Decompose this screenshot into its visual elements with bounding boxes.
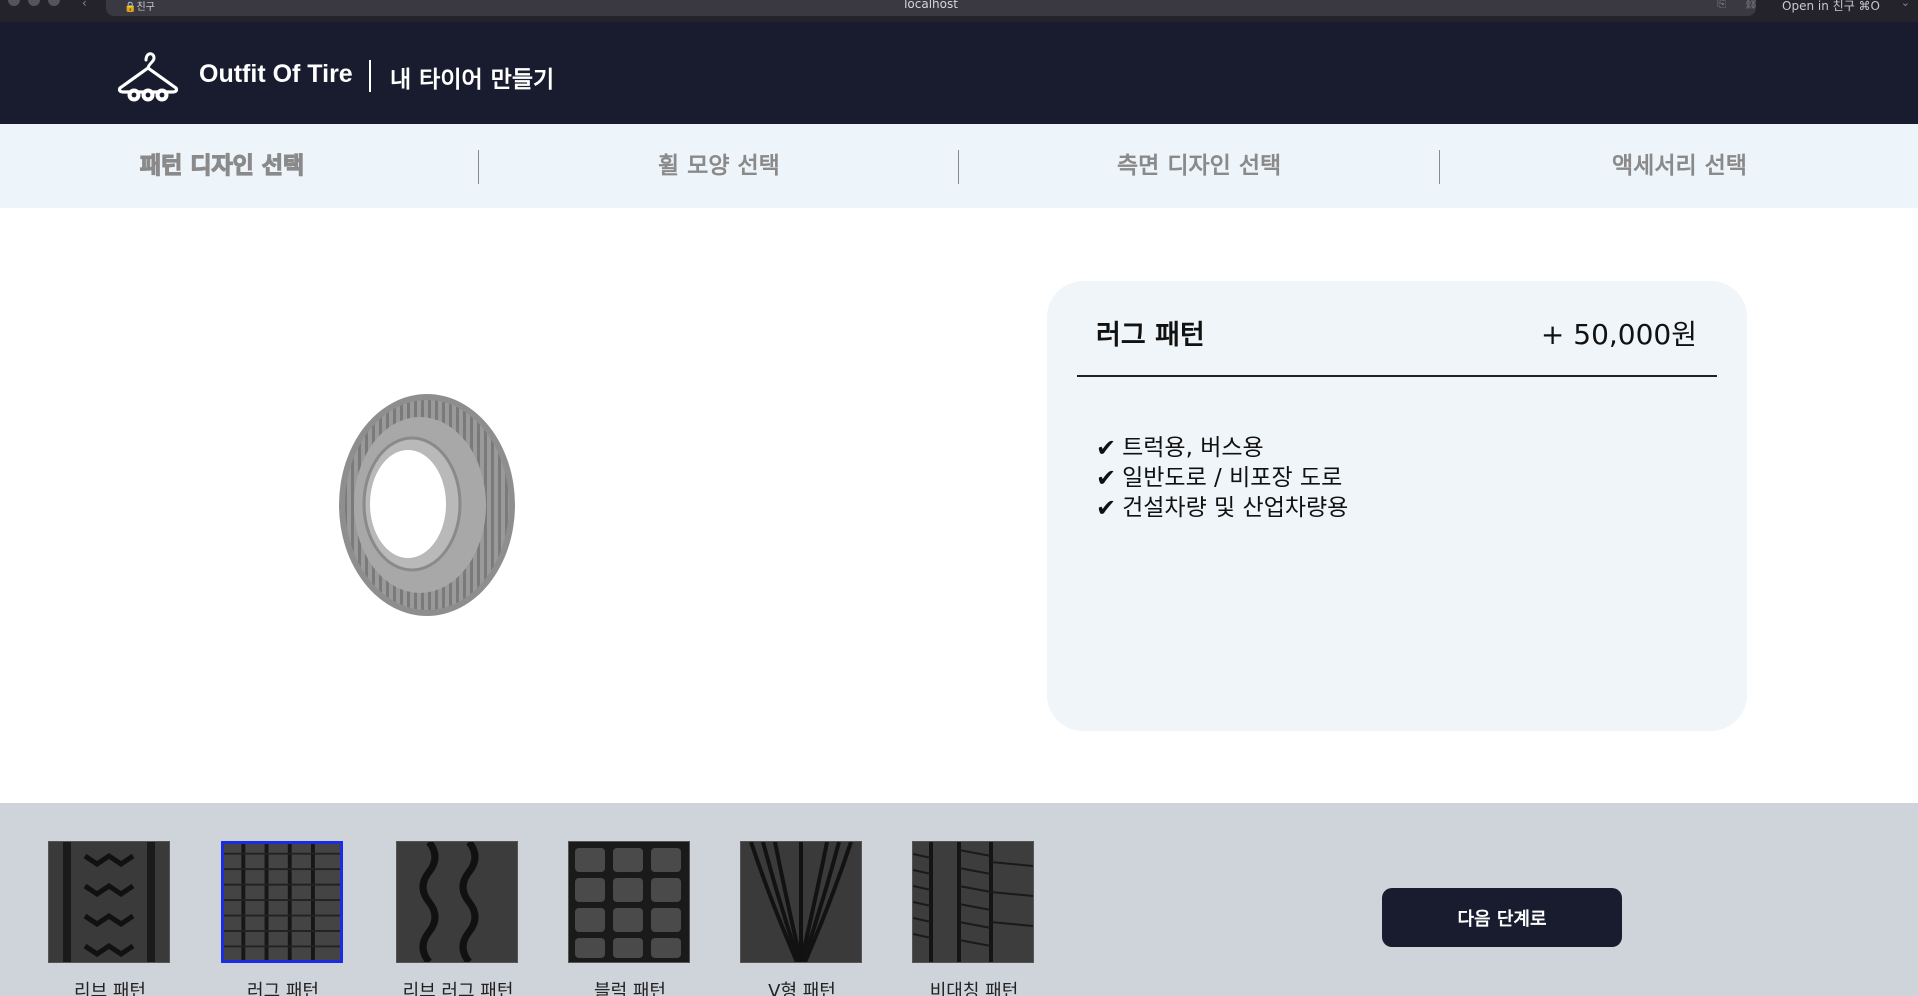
pattern-option-v[interactable]: V형 패턴 — [740, 841, 864, 996]
rib-pattern-thumbnail[interactable] — [48, 841, 170, 963]
page-title: 내 타이어 만들기 — [390, 67, 555, 93]
check-icon: ✔ — [1096, 464, 1117, 492]
pattern-option-label: 리브 패턴 — [74, 981, 146, 996]
step-side-design[interactable]: 측면 디자인 선택 — [1117, 146, 1281, 180]
check-icon: ✔ — [1096, 434, 1117, 462]
pattern-option-label: 블럭 패턴 — [594, 981, 666, 996]
feature-item: ✔ 트럭용, 버스용 — [1096, 434, 1264, 462]
minimize-window-button[interactable] — [28, 0, 40, 6]
step-pattern-design[interactable]: 패턴 디자인 선택 — [139, 146, 304, 180]
asymmetric-pattern-thumbnail[interactable] — [912, 841, 1034, 963]
address-bar[interactable]: 🔒친구 localhost — [106, 0, 1756, 16]
app-header: Outfit Of Tire 내 타이어 만들기 — [0, 22, 1918, 124]
step-divider — [958, 150, 959, 184]
step-navigation: 패턴 디자인 선택 휠 모양 선택 측면 디자인 선택 액세서리 선택 — [0, 124, 1918, 208]
pattern-selector-tray: 리브 패턴 러그 패턴 리브 러그 패턴 블럭 패턴 V형 패턴 비대칭 패턴 … — [0, 803, 1918, 996]
share-icon[interactable]: ⎘ — [1717, 0, 1726, 11]
pattern-option-rib[interactable]: 리브 패턴 — [48, 841, 172, 996]
rib-lug-pattern-thumbnail[interactable] — [396, 841, 518, 963]
browser-toolbar: ‹ 🔒친구 localhost ⎘ ⛓ Open in 친구 ⌘O ⌄ — [0, 0, 1918, 22]
maximize-window-button[interactable] — [48, 0, 60, 6]
pattern-price: + 50,000원 — [1540, 318, 1697, 351]
feature-list: ✔ 트럭용, 버스용 ✔ 일반도로 / 비포장 도로 ✔ 건설차량 및 산업차량용 — [1096, 433, 1348, 523]
card-divider — [1077, 375, 1717, 377]
pattern-option-block[interactable]: 블럭 패턴 — [568, 841, 692, 996]
pattern-info-card: 러그 패턴 + 50,000원 ✔ 트럭용, 버스용 ✔ 일반도로 / 비포장 도로… — [1047, 281, 1747, 731]
pattern-option-label: V형 패턴 — [768, 981, 836, 996]
feature-item: ✔ 일반도로 / 비포장 도로 — [1096, 464, 1343, 492]
pattern-option-label: 비대칭 패턴 — [929, 981, 1019, 996]
lug-pattern-thumbnail[interactable] — [221, 841, 343, 963]
step-divider — [1439, 150, 1440, 184]
open-in-button[interactable]: Open in 친구 ⌘O — [1782, 0, 1880, 14]
header-divider — [369, 60, 371, 92]
step-accessory[interactable]: 액세서리 선택 — [1612, 146, 1747, 180]
window-controls[interactable] — [8, 0, 60, 6]
browser-tools: ⎘ ⛓ — [1717, 0, 1758, 11]
block-pattern-thumbnail[interactable] — [568, 841, 690, 963]
url-text: localhost — [904, 0, 958, 11]
brand-name[interactable]: Outfit Of Tire — [199, 60, 353, 89]
pattern-option-rib-lug[interactable]: 리브 러그 패턴 — [396, 841, 520, 996]
pattern-option-asymmetric[interactable]: 비대칭 패턴 — [912, 841, 1036, 996]
hanger-tire-logo-icon[interactable] — [116, 46, 180, 106]
feature-item: ✔ 건설차량 및 산업차량용 — [1096, 494, 1349, 522]
link-icon[interactable]: ⛓ — [1744, 0, 1758, 11]
pattern-option-lug[interactable]: 러그 패턴 — [221, 841, 345, 996]
pattern-title: 러그 패턴 — [1096, 320, 1205, 351]
back-arrow-icon[interactable]: ‹ — [82, 0, 87, 10]
pattern-option-label: 리브 러그 패턴 — [402, 981, 514, 996]
close-window-button[interactable] — [8, 0, 20, 6]
v-pattern-thumbnail[interactable] — [740, 841, 862, 963]
step-divider — [478, 150, 479, 184]
pattern-option-label: 러그 패턴 — [247, 981, 319, 996]
step-wheel-shape[interactable]: 휠 모양 선택 — [658, 146, 780, 180]
check-icon: ✔ — [1096, 494, 1117, 522]
next-step-button[interactable]: 다음 단계로 — [1382, 888, 1622, 947]
tire-preview-image — [339, 394, 515, 616]
chevron-down-icon[interactable]: ⌄ — [1901, 0, 1910, 9]
